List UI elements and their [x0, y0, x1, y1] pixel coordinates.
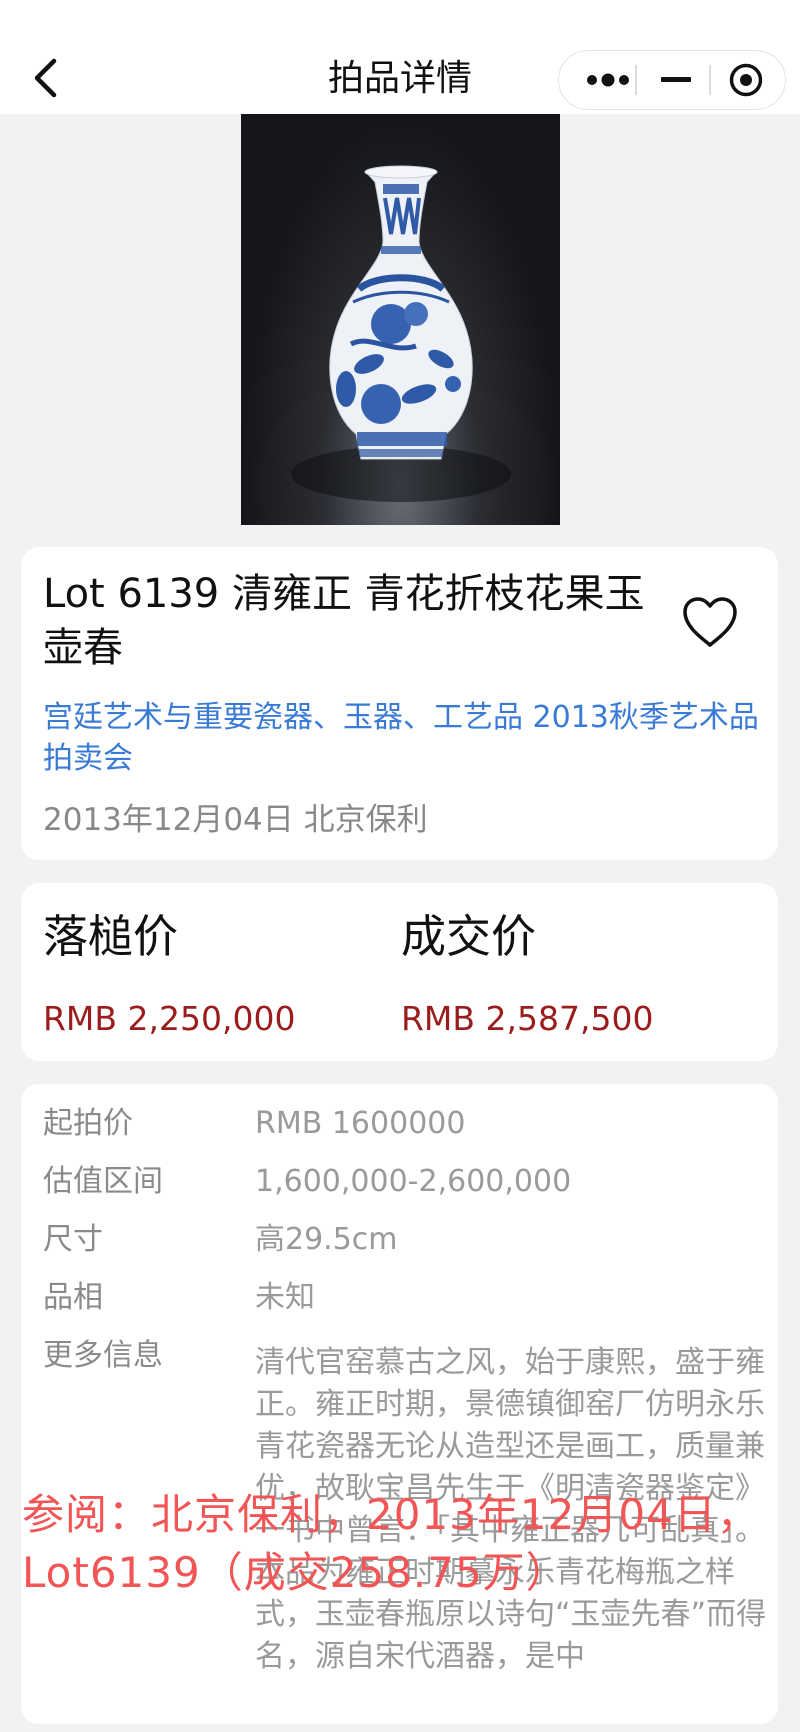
info-card: 起拍价 RMB 1600000 估值区间 1,600,000-2,600,000…	[21, 1084, 778, 1724]
target-circle-icon	[729, 63, 763, 96]
close-button[interactable]	[711, 51, 781, 108]
hammer-price: 落槌价 RMB 2,250,000	[43, 907, 373, 1041]
info-value: 1,600,000-2,600,000	[255, 1164, 572, 1199]
deal-price: 成交价 RMB 2,587,500	[401, 907, 731, 1041]
info-label: 品相	[43, 1280, 103, 1315]
nav-bar: 拍品详情	[0, 0, 800, 114]
favorite-button[interactable]	[681, 595, 739, 649]
mini-program-capsule	[558, 50, 786, 110]
deal-price-value: RMB 2,587,500	[401, 999, 654, 1038]
info-label: 更多信息	[43, 1338, 163, 1373]
sale-date-house: 2013年12月04日 北京保利	[43, 802, 428, 838]
hammer-price-label: 落槌价	[43, 910, 179, 963]
vase-photo	[291, 165, 511, 502]
lot-title-card: Lot 6139 清雍正 青花折枝花果玉壶春 宫廷艺术与重要瓷器、玉器、工艺品 …	[21, 547, 778, 860]
info-label: 尺寸	[43, 1222, 103, 1257]
heart-outline-icon	[683, 597, 737, 647]
info-value: RMB 1600000	[255, 1106, 466, 1141]
deal-price-label: 成交价	[401, 910, 537, 963]
more-dots-icon	[587, 73, 629, 86]
reference-overlay-text: 参阅：北京保利，2013年12月04日，Lot6139（成交258.75万）	[22, 1490, 760, 1597]
info-label: 估值区间	[43, 1164, 163, 1199]
minimize-button[interactable]	[641, 51, 711, 108]
lot-title: Lot 6139 清雍正 青花折枝花果玉壶春	[43, 571, 645, 671]
minimize-icon	[661, 76, 691, 82]
hammer-price-value: RMB 2,250,000	[43, 999, 296, 1038]
info-value: 高29.5cm	[255, 1222, 398, 1257]
info-value: 未知	[255, 1280, 315, 1315]
info-label: 起拍价	[43, 1106, 133, 1141]
capsule-divider	[635, 65, 637, 95]
lot-image[interactable]	[241, 114, 560, 525]
price-card: 落槌价 RMB 2,250,000 成交价 RMB 2,587,500	[21, 883, 778, 1061]
sale-name-link[interactable]: 宫廷艺术与重要瓷器、玉器、工艺品 2013秋季艺术品拍卖会	[43, 697, 763, 779]
more-button[interactable]	[573, 51, 643, 108]
